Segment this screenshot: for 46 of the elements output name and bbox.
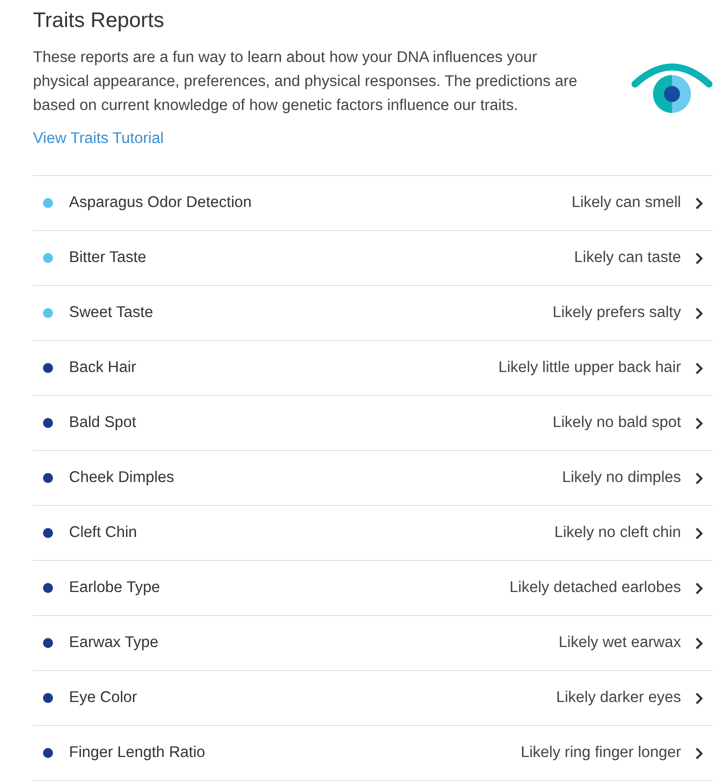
chevron-right-icon [695,416,703,430]
trait-row[interactable]: Earwax Type Likely wet earwax [33,616,713,671]
trait-name: Cleft Chin [69,524,138,542]
trait-name: Bitter Taste [69,249,148,267]
trait-result: Likely prefers salty [552,304,681,322]
chevron-right-icon [695,636,703,650]
chevron-right-icon [695,196,703,210]
trait-name: Earwax Type [69,634,160,652]
trait-result: Likely darker eyes [556,689,681,707]
trait-row[interactable]: Sweet Taste Likely prefers salty [33,286,713,341]
trait-name: Bald Spot [69,414,138,432]
trait-result: Likely no cleft chin [554,524,681,542]
trait-row[interactable]: Cheek Dimples Likely no dimples [33,451,713,506]
chevron-right-icon [695,472,703,484]
trait-result: Likely no bald spot [552,414,681,432]
trait-name: Cheek Dimples [69,469,176,487]
trait-name: Asparagus Odor Detection [69,194,253,212]
trait-name: Back Hair [69,359,138,377]
chevron-right-icon [695,306,703,320]
page-title: Traits Reports [33,8,166,34]
trait-row[interactable]: Asparagus Odor Detection Likely can smell [33,176,713,231]
trait-row[interactable]: Eye Color Likely darker eyes [33,671,713,726]
intro-paragraph: These reports are a fun way to learn about how your DNA influences your physical appearance, preferences, and physical responses. The predictions are based on current knowledge of how genetic factors influence our traits. [33,48,578,116]
trait-result: Likely can smell [572,194,681,212]
trait-result: Likely ring finger longer [520,744,681,762]
trait-result: Likely no dimples [562,469,681,487]
trait-row[interactable]: Back Hair Likely little upper back hair [33,341,713,396]
chevron-right-icon [695,526,703,540]
chevron-right-icon [695,692,703,704]
chevron-right-icon [695,746,703,760]
trait-row[interactable]: Finger Length Ratio Likely ring finger longer [33,726,713,781]
trait-result: Likely little upper back hair [498,359,681,377]
trait-name: Earlobe Type [69,579,162,597]
chevron-right-icon [695,582,703,594]
trait-name: Sweet Taste [69,304,154,322]
trait-row[interactable]: Cleft Chin Likely no cleft chin [33,506,713,561]
trait-name: Eye Color [69,689,138,707]
trait-result: Likely detached earlobes [510,579,681,597]
chevron-right-icon [695,252,703,264]
trait-row[interactable]: Bald Spot Likely no bald spot [33,396,713,451]
trait-result: Likely can taste [574,249,681,267]
trait-row[interactable]: Bitter Taste Likely can taste [33,231,713,286]
trait-name: Finger Length Ratio [69,744,206,762]
chevron-right-icon [695,362,703,374]
trait-result: Likely wet earwax [558,634,681,652]
trait-row[interactable]: Earlobe Type Likely detached earlobes [33,561,713,616]
